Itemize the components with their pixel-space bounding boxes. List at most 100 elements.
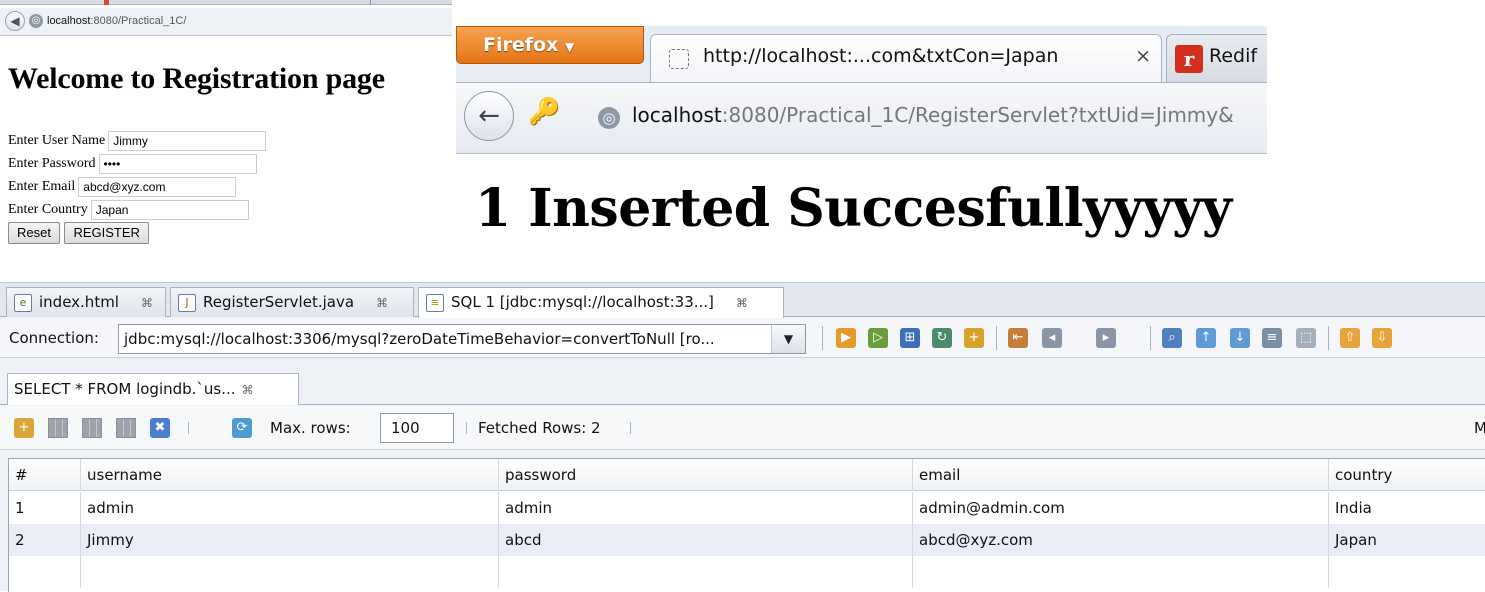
navigation-bar: ← 🔑 ◎ localhost:8080/Practical_1C/Regist… <box>456 82 1267 154</box>
ide-sql-editor: e index.html ⌘ J RegisterServlet.java ⌘ ≡ SQL… <box>0 282 1485 592</box>
reset-button[interactable]: Reset <box>8 222 60 244</box>
table-cell[interactable]: 2 <box>9 524 81 556</box>
table-row[interactable]: 2 Jimmy abcd abcd@xyz.com Japan <box>9 524 1485 556</box>
table-row-empty <box>9 556 1485 588</box>
url-path: :8080/Practical_1C/ <box>90 15 187 27</box>
tab-sql-1[interactable]: ≡ SQL 1 [jdbc:mysql://localhost:33...] ⌘ <box>418 287 784 318</box>
prev-bookmark-icon[interactable]: ◂ <box>1042 328 1062 348</box>
close-icon[interactable]: ⌘ <box>376 289 388 317</box>
tab-title: Redif <box>1209 45 1258 67</box>
tab-favicon <box>104 0 109 5</box>
register-button[interactable]: REGISTER <box>64 222 149 244</box>
tab-active[interactable]: http://localhost:...com&txtCon=Japan × <box>650 34 1162 82</box>
toolbar-separator <box>630 422 631 434</box>
tab-rediff[interactable]: r Redif <box>1166 34 1267 82</box>
truncate-table-icon[interactable]: ✖ <box>150 418 170 438</box>
page-title: Welcome to Registration page <box>8 62 385 95</box>
tab-registerservlet-java[interactable]: J RegisterServlet.java ⌘ <box>170 287 414 317</box>
result-toolbar: + ✖ ⟳ Max. rows: 100 Fetched Rows: 2 M <box>0 406 1485 450</box>
run-sql-icon[interactable]: ▶ <box>836 328 856 348</box>
close-icon[interactable]: ⌘ <box>736 289 748 317</box>
insert-record-icon[interactable]: + <box>14 418 34 438</box>
table-cell[interactable]: abcd@xyz.com <box>913 524 1329 556</box>
url-host: localhost <box>47 15 91 27</box>
back-arrow-icon[interactable]: ◀ <box>5 11 25 31</box>
bookmark-icon[interactable]: ⇤ <box>1008 328 1028 348</box>
email-label: Enter Email <box>8 178 76 194</box>
chevron-down-icon[interactable]: ▼ <box>771 325 805 353</box>
sql-file-icon: ≡ <box>426 294 444 312</box>
url-host: localhost <box>632 103 722 127</box>
password-label: Enter Password <box>8 155 96 171</box>
table-cell <box>913 556 1329 588</box>
close-icon[interactable]: ⌘ <box>242 383 254 397</box>
shift-right-icon[interactable]: ⇩ <box>1372 328 1392 348</box>
firefox-menu-button[interactable]: Firefox ▼ <box>456 26 644 64</box>
toolbar-separator <box>466 422 467 434</box>
history-icon[interactable]: ↻ <box>932 328 952 348</box>
rectangular-select-icon[interactable]: ⬚ <box>1296 328 1316 348</box>
table-cell[interactable]: admin <box>81 492 499 524</box>
globe-icon: ◎ <box>598 107 620 129</box>
column-header[interactable]: username <box>81 459 499 491</box>
username-input[interactable]: Jimmy <box>108 130 267 151</box>
key-icon[interactable]: 🔑 <box>528 97 560 127</box>
toolbar-separator <box>1150 326 1151 350</box>
new-sql-icon[interactable]: + <box>964 328 984 348</box>
globe-icon: ◎ <box>29 14 43 28</box>
address-bar[interactable]: ◀ ◎ localhost:8080/Practical_1C/ <box>0 8 452 36</box>
column-header[interactable]: country <box>1329 459 1485 491</box>
table-cell[interactable]: abcd <box>499 524 913 556</box>
table-cell[interactable]: Japan <box>1329 524 1485 556</box>
address-url[interactable]: localhost:8080/Practical_1C/ <box>47 15 186 27</box>
column-header[interactable]: # <box>9 459 81 491</box>
cancel-edits-icon[interactable] <box>116 418 136 438</box>
run-statement-icon[interactable]: ▷ <box>868 328 888 348</box>
table-cell <box>499 556 913 588</box>
table-cell[interactable]: Jimmy <box>81 524 499 556</box>
registration-form: Enter User Name Jimmy Enter Password •••… <box>8 129 267 244</box>
tab-label: SQL 1 [jdbc:mysql://localhost:33...] <box>451 293 714 311</box>
table-cell <box>1329 556 1485 588</box>
close-icon[interactable]: ⌘ <box>141 289 153 317</box>
form-buttons: Reset REGISTER <box>8 222 266 244</box>
find-previous-icon[interactable]: ↑ <box>1196 328 1216 348</box>
table-cell[interactable]: admin <box>499 492 913 524</box>
commit-record-icon[interactable] <box>82 418 102 438</box>
tab-index-html[interactable]: e index.html ⌘ <box>6 287 166 317</box>
explain-plan-icon[interactable]: ⊞ <box>900 328 920 348</box>
country-input[interactable]: Japan <box>90 199 249 220</box>
toggle-highlight-icon[interactable]: ≡ <box>1262 328 1282 348</box>
table-cell <box>81 556 499 588</box>
find-next-icon[interactable]: ↓ <box>1230 328 1250 348</box>
table-cell[interactable]: 1 <box>9 492 81 524</box>
password-input[interactable]: •••• <box>98 153 257 174</box>
result-tab-label: SELECT * FROM logindb.`us... <box>14 380 236 398</box>
back-arrow-icon[interactable]: ← <box>464 91 514 141</box>
max-rows-input[interactable]: 100 <box>380 413 454 443</box>
delete-record-icon[interactable] <box>48 418 68 438</box>
table-cell[interactable]: India <box>1329 492 1485 524</box>
refresh-icon[interactable]: ⟳ <box>232 418 252 438</box>
toolbar-separator <box>996 326 997 350</box>
column-header[interactable]: email <box>913 459 1329 491</box>
result-tabs: SELECT * FROM logindb.`us... ⌘ <box>0 359 1485 405</box>
result-table: # username password email country 1 admi… <box>8 458 1485 592</box>
table-cell[interactable]: admin@admin.com <box>913 492 1329 524</box>
result-tab-select[interactable]: SELECT * FROM logindb.`us... ⌘ <box>7 373 299 405</box>
address-url[interactable]: localhost:8080/Practical_1C/RegisterServ… <box>632 103 1234 127</box>
tab-label: index.html <box>39 293 119 311</box>
java-file-icon: J <box>178 294 196 312</box>
connection-label: Connection: <box>9 329 99 347</box>
find-icon[interactable]: ⌕ <box>1162 328 1182 348</box>
next-bookmark-icon[interactable]: ▸ <box>1096 328 1116 348</box>
shift-left-icon[interactable]: ⇧ <box>1340 328 1360 348</box>
close-tab-icon[interactable]: × <box>1135 45 1151 67</box>
table-row[interactable]: 1 admin admin admin@admin.com India <box>9 492 1485 524</box>
toolbar-separator <box>822 326 823 350</box>
connection-select[interactable]: jdbc:mysql://localhost:3306/mysql?zeroDa… <box>118 324 806 354</box>
email-input[interactable]: abcd@xyz.com <box>78 176 237 197</box>
username-label: Enter User Name <box>8 132 106 148</box>
html-file-icon: e <box>14 294 32 312</box>
column-header[interactable]: password <box>499 459 913 491</box>
